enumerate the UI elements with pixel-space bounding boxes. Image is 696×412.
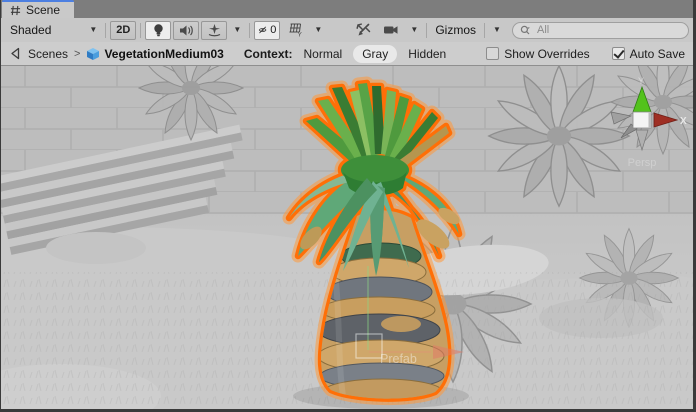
breadcrumb-separator: > [74, 48, 80, 60]
context-option-hidden[interactable]: Hidden [399, 45, 455, 63]
chevron-down-icon: ▼ [233, 26, 241, 34]
camera-settings-button[interactable] [378, 21, 404, 40]
scene-toolbar: Shaded ▼ 2D ▼ [1, 18, 693, 42]
gizmos-arrow[interactable]: ▼ [489, 21, 505, 40]
svg-text:Y: Y [297, 32, 302, 38]
search-icon [520, 25, 532, 36]
auto-save-checkbox[interactable] [612, 47, 625, 60]
context-option-normal[interactable]: Normal [295, 45, 352, 63]
toolbar-separator [249, 23, 250, 38]
scene-viewport[interactable]: Prefab Y X Persp [1, 66, 693, 409]
eye-slash-icon [258, 24, 268, 36]
grid-visibility-button[interactable]: Y [282, 21, 308, 40]
context-label: Context: [244, 47, 293, 61]
camera-dropdown[interactable]: ▼ [406, 21, 422, 40]
scene-lighting-button[interactable] [145, 21, 171, 40]
chevron-down-icon: ▼ [89, 26, 97, 34]
gray-rock [46, 232, 146, 264]
context-option-gray[interactable]: Gray [353, 45, 397, 63]
2d-toggle-button[interactable]: 2D [110, 21, 136, 40]
shading-mode-dropdown[interactable]: Shaded ▼ [5, 21, 102, 39]
show-overrides-toggle[interactable]: Show Overrides [486, 47, 589, 61]
effects-star-icon [207, 23, 222, 37]
hidden-objects-button[interactable]: 0 [254, 21, 280, 40]
toolbar-separator [484, 23, 485, 38]
scene-render: Prefab Y X Persp [1, 66, 693, 409]
camera-icon [383, 24, 400, 36]
2d-label: 2D [116, 24, 130, 36]
grid-dropdown[interactable]: ▼ [310, 21, 326, 40]
breadcrumb-prefab-name[interactable]: VegetationMedium03 [104, 47, 223, 61]
scene-search-field[interactable] [512, 22, 689, 39]
prefab-cube-icon [86, 47, 100, 61]
wrench-screwdriver-icon [356, 23, 371, 37]
grid-icon: Y [288, 23, 303, 37]
show-overrides-checkbox[interactable] [486, 47, 499, 60]
selected-prefab-tree[interactable] [289, 83, 469, 409]
show-overrides-label: Show Overrides [504, 47, 589, 61]
projection-label[interactable]: Persp [628, 157, 657, 169]
shading-mode-label: Shaded [10, 23, 51, 37]
prefab-context-bar: Scenes > VegetationMedium03 Context: Nor… [1, 42, 693, 66]
overlays-tools-button[interactable] [350, 21, 376, 40]
tab-strip: Scene [1, 0, 693, 18]
auto-save-label: Auto Save [630, 47, 685, 61]
scene-audio-button[interactable] [173, 21, 199, 40]
unity-scene-view-window: Scene Shaded ▼ 2D [0, 0, 696, 412]
scene-tab-grid-icon [10, 5, 21, 16]
breadcrumb-scenes[interactable]: Scenes [28, 47, 68, 61]
gizmo-cube-shade [649, 112, 652, 128]
window-frame-left [0, 0, 1, 412]
scene-effects-button[interactable] [201, 21, 227, 40]
search-input[interactable] [535, 23, 681, 37]
prefab-label: Prefab [380, 352, 417, 366]
tab-title: Scene [26, 3, 60, 17]
chevron-down-icon: ▼ [314, 26, 322, 34]
gizmos-label: Gizmos [435, 23, 476, 37]
y-axis-label: Y [638, 76, 644, 86]
gizmos-dropdown[interactable]: Gizmos [430, 21, 481, 39]
lightbulb-icon [152, 23, 165, 38]
gizmo-center-cube[interactable] [633, 112, 651, 128]
hidden-count: 0 [270, 24, 276, 36]
toolbar-separator [105, 23, 106, 38]
x-axis-label: X [680, 116, 687, 127]
chevron-down-icon: ▼ [410, 26, 418, 34]
scene-effects-dropdown[interactable]: ▼ [229, 21, 245, 40]
auto-save-toggle[interactable]: Auto Save [612, 47, 685, 61]
chevron-down-icon: ▼ [493, 26, 501, 34]
speaker-icon [179, 24, 194, 37]
toolbar-separator [140, 23, 141, 38]
back-arrow-icon[interactable] [9, 47, 22, 60]
tab-scene[interactable]: Scene [2, 0, 74, 18]
toolbar-separator [426, 23, 427, 38]
